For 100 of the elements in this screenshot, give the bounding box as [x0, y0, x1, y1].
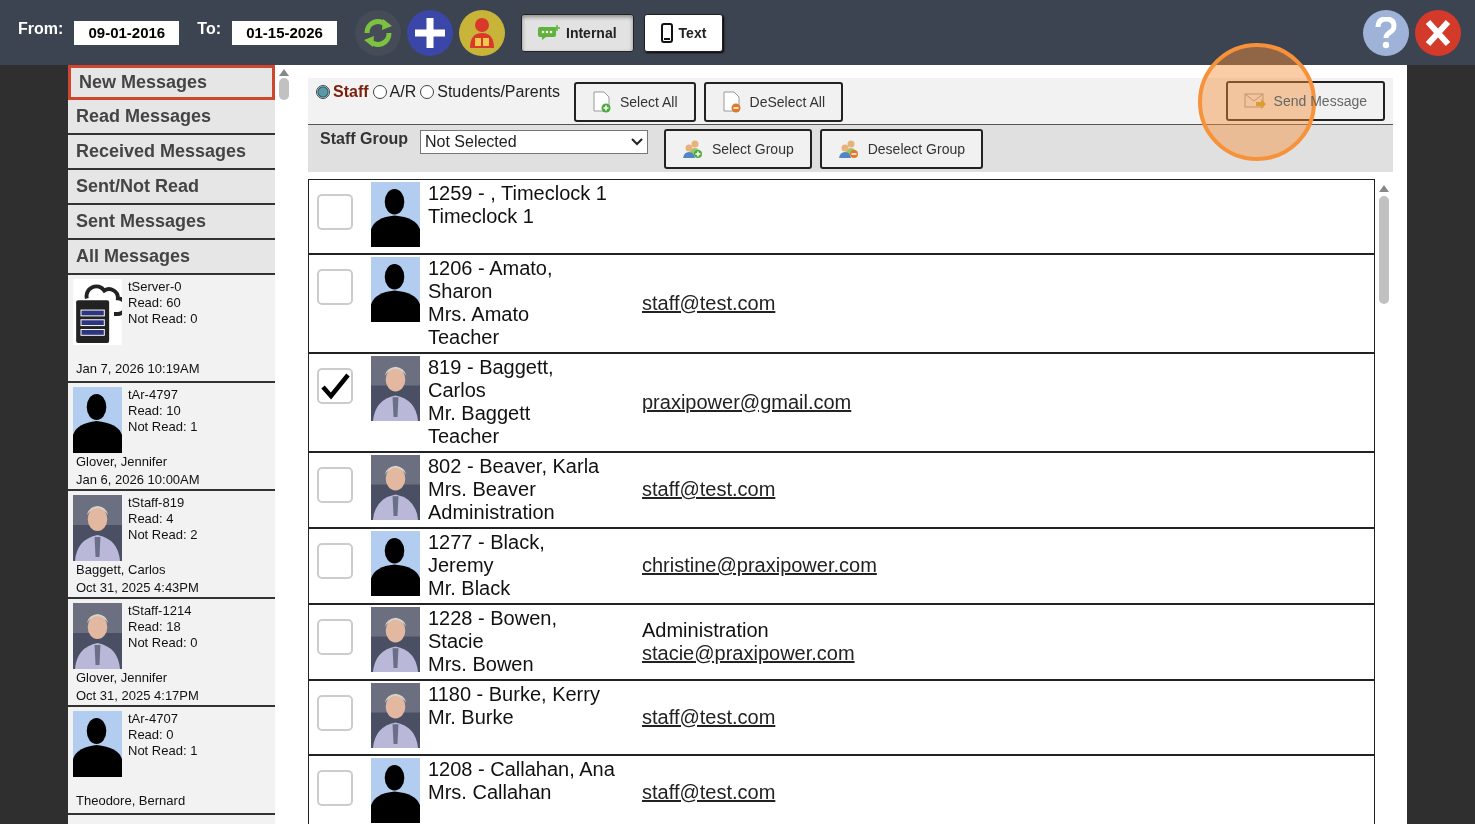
deselect-group-button[interactable]: Deselect Group — [819, 129, 983, 169]
thread-detail: Glover, Jennifer — [76, 453, 169, 471]
add-button[interactable] — [407, 9, 453, 56]
contact-checkbox[interactable] — [317, 368, 353, 404]
contact-checkbox[interactable] — [317, 543, 353, 579]
deselect-all-button[interactable]: DeSelect All — [703, 82, 844, 122]
not-read-count: Not Read: 1 — [128, 743, 198, 759]
not-read-count: Not Read: 2 — [128, 527, 198, 543]
contact-info: Teacher — [428, 425, 501, 448]
thread-detail: Glover, Jennifer — [76, 669, 169, 687]
scrollbar-thumb[interactable] — [1378, 196, 1389, 304]
plus-icon — [413, 15, 447, 50]
contact-info: Mr. Burke — [428, 706, 515, 729]
contact-info: 1180 - Burke, Kerry — [428, 683, 601, 706]
contact-info: 1206 - Amato, — [428, 257, 554, 280]
email-link[interactable]: staff@test.com — [642, 478, 776, 501]
document-minus-icon — [721, 91, 742, 113]
contact-role: Administration — [642, 618, 770, 642]
contact-info: Mr. Black — [428, 577, 512, 600]
recipient-type-radio[interactable]: Staff — [316, 83, 369, 101]
from-date-field[interactable]: 09-01-2016 — [74, 20, 180, 45]
nav-item[interactable]: All Messages — [68, 240, 275, 275]
contact-checkbox[interactable] — [317, 269, 353, 305]
server-icon — [73, 279, 122, 345]
contact-info: Teacher — [428, 326, 501, 349]
contact-checkbox[interactable] — [317, 619, 353, 655]
not-read-count: Not Read: 0 — [128, 311, 198, 327]
contact-info: 1259 - , Timeclock 1 — [428, 182, 608, 205]
nav-item[interactable]: Sent/Not Read — [68, 170, 275, 205]
question-mark-icon — [1375, 16, 1397, 49]
thread-detail: Oct 31, 2025 4:43PM — [76, 579, 200, 597]
contact-info: 1277 - Black, — [428, 531, 546, 554]
person-reading-icon — [467, 15, 497, 50]
refresh-button[interactable] — [355, 9, 401, 56]
read-count: Read: 4 — [128, 511, 175, 527]
contact-info: Stacie — [428, 630, 485, 653]
nav-item[interactable]: Received Messages — [68, 135, 275, 170]
to-date-field[interactable]: 01-15-2026 — [232, 20, 337, 45]
not-read-count: Not Read: 0 — [128, 635, 198, 651]
thread-detail: Theodore, Bernard — [76, 792, 187, 810]
contact-info: Mrs. Amato — [428, 303, 531, 326]
chat-bubble-icon — [538, 24, 560, 41]
scrollbar-thumb[interactable] — [278, 78, 289, 100]
not-read-count: Not Read: 1 — [128, 419, 198, 435]
read-count: Read: 0 — [128, 727, 175, 743]
contact-checkbox[interactable] — [317, 194, 353, 230]
thread-id: tStaff-819 — [128, 495, 186, 511]
contact-info: Jeremy — [428, 554, 495, 577]
contact-info: Timeclock 1 — [428, 205, 535, 228]
email-link[interactable]: stacie@praxipower.com — [642, 641, 855, 665]
contact-info: Mrs. Beaver — [428, 478, 537, 501]
email-link[interactable]: christine@praxipower.com — [642, 554, 877, 577]
thread-detail: Jan 7, 2026 10:19AM — [76, 360, 201, 378]
read-count: Read: 18 — [128, 619, 182, 635]
select-group-button[interactable]: Select Group — [664, 129, 812, 169]
mode-button[interactable]: Text — [643, 13, 724, 52]
thread-id: tAr-4707 — [128, 711, 179, 727]
from-label: From: — [18, 19, 64, 38]
email-link[interactable]: staff@test.com — [642, 780, 776, 804]
nav-item[interactable]: New Messages — [68, 65, 275, 100]
help-button[interactable] — [1363, 9, 1409, 56]
mode-button[interactable]: Internal — [521, 13, 634, 52]
contact-info: Administration — [428, 501, 556, 524]
thread-id: tStaff-1214 — [128, 603, 193, 619]
thread-detail: Baggett, Carlos — [76, 561, 167, 579]
phone-icon — [660, 22, 673, 43]
contact-info: Mrs. Bowen — [428, 653, 535, 676]
thread-id: tServer-0 — [128, 279, 183, 295]
nav-item[interactable]: Read Messages — [68, 100, 275, 135]
thread-detail: Jan 6, 2026 10:00AM — [76, 471, 201, 489]
people-plus-icon — [682, 139, 704, 159]
email-link[interactable]: praxipower@gmail.com — [642, 390, 852, 414]
contact-info: Mrs. Callahan — [428, 781, 553, 804]
nav-item[interactable]: Sent Messages — [68, 205, 275, 240]
recipient-type-radio[interactable]: A/R — [372, 83, 417, 101]
people-minus-icon — [837, 139, 860, 159]
read-count: Read: 60 — [128, 295, 182, 311]
reader-button[interactable] — [459, 9, 505, 56]
contact-info: 1208 - Callahan, Ana — [428, 758, 616, 781]
contact-checkbox[interactable] — [317, 695, 353, 731]
staff-group-dropdown[interactable]: Not Selected — [420, 130, 648, 154]
email-link[interactable]: staff@test.com — [642, 291, 776, 315]
contact-info: Carlos — [428, 379, 487, 402]
document-plus-icon — [592, 91, 612, 113]
contact-checkbox[interactable] — [317, 770, 353, 806]
contact-info: 819 - Baggett, — [428, 356, 555, 379]
close-icon — [1425, 18, 1451, 47]
close-button[interactable] — [1415, 9, 1461, 56]
staff-group-label: Staff Group — [320, 130, 408, 148]
email-link[interactable]: staff@test.com — [642, 705, 776, 729]
recipient-type-radio[interactable]: Students/Parents — [420, 83, 560, 101]
thread-id: tAr-4797 — [128, 387, 179, 403]
contact-checkbox[interactable] — [317, 467, 353, 503]
contact-info: 802 - Beaver, Karla — [428, 455, 601, 478]
read-count: Read: 10 — [128, 403, 182, 419]
select-all-button[interactable]: Select All — [574, 82, 696, 122]
chevron-down-icon — [631, 138, 643, 146]
thread-detail: Oct 31, 2025 4:17PM — [76, 687, 200, 705]
contact-info: Mr. Baggett — [428, 402, 532, 425]
to-label: To: — [197, 19, 221, 38]
